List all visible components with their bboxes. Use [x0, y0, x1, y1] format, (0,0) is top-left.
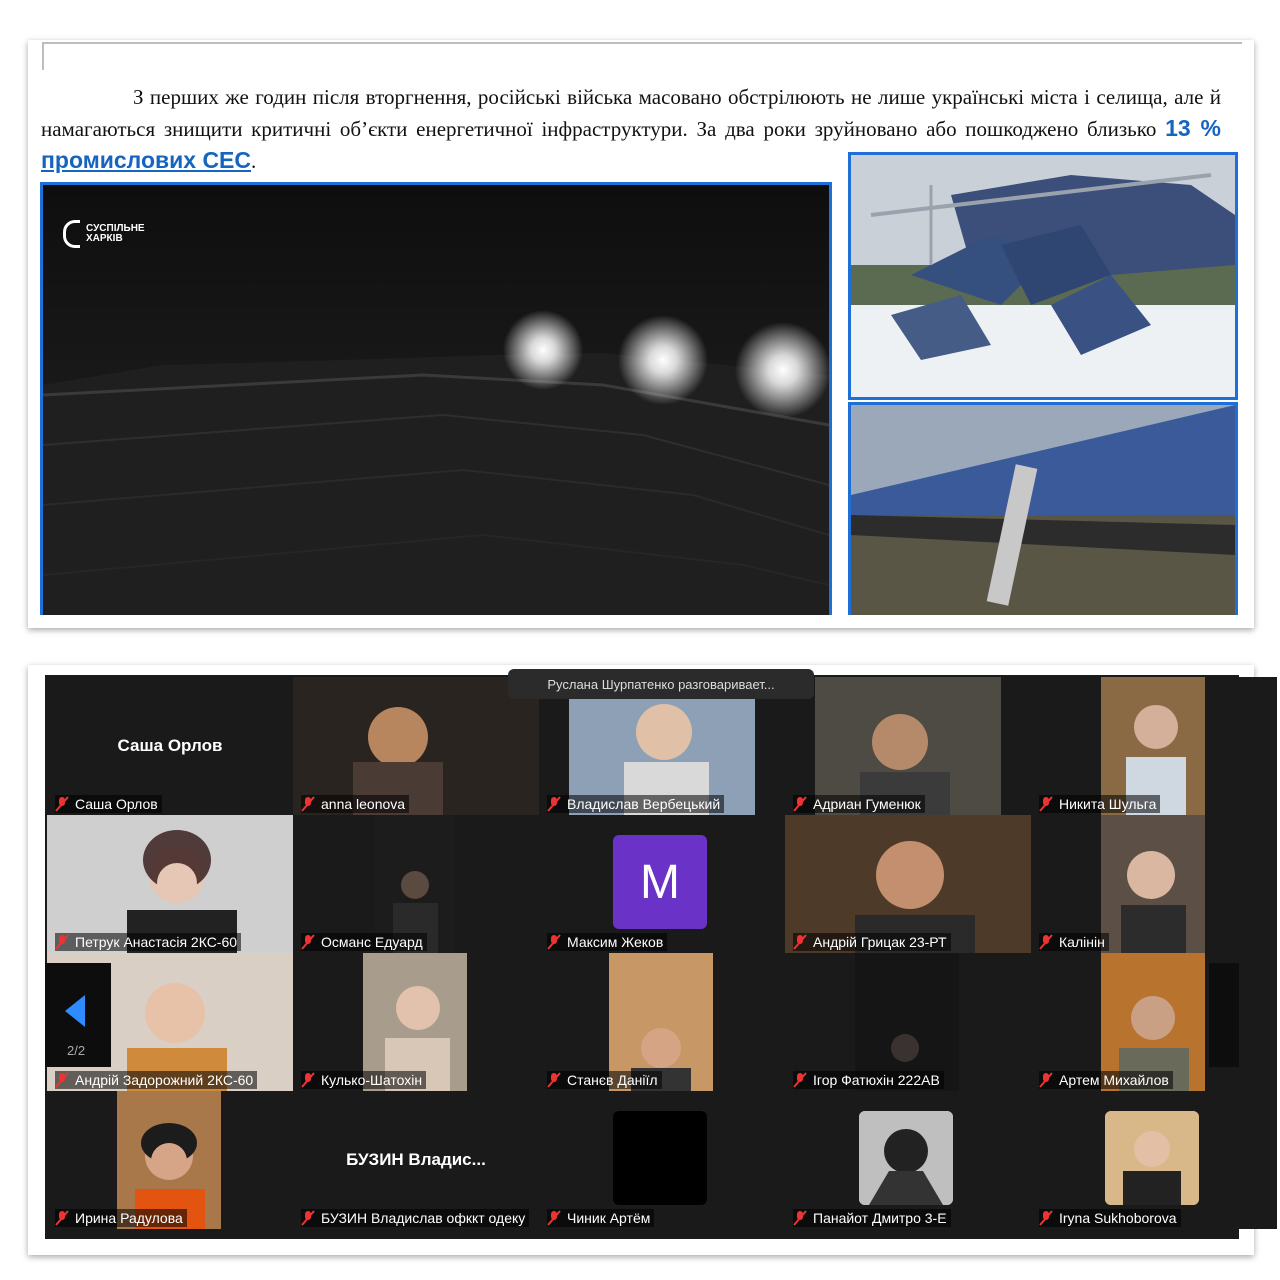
muted-mic-icon	[547, 934, 561, 950]
participant-tile[interactable]: Андрій Грицак 23-РТ	[785, 815, 1031, 953]
participant-tile[interactable]: M Максим Жеков	[539, 815, 785, 953]
document-page: З перших же годин після вторгнення, росі…	[28, 40, 1254, 628]
muted-mic-icon	[301, 1210, 315, 1226]
participant-name-label: Кулько-Шатохін	[301, 1071, 427, 1089]
participant-tile[interactable]: Калінін	[1031, 815, 1277, 953]
logo-line-2: ХАРКІВ	[86, 233, 123, 244]
muted-mic-icon	[1039, 1072, 1053, 1088]
participant-name-label: Ирина Радулова	[55, 1209, 187, 1227]
page-corner-marks	[42, 42, 1242, 70]
participant-name-label: Никита Шульга	[1039, 795, 1161, 813]
muted-mic-icon	[55, 796, 69, 812]
muted-mic-icon	[793, 796, 807, 812]
participant-tile[interactable]: Артем Михайлов	[1031, 953, 1277, 1091]
participant-tile[interactable]: Османс Едуард	[293, 815, 539, 953]
highlight-link[interactable]: промислових СЕС	[41, 147, 251, 173]
muted-mic-icon	[55, 934, 69, 950]
participant-name-label: Чиник Артём	[547, 1209, 655, 1227]
muted-mic-icon	[1039, 796, 1053, 812]
participant-avatar: M	[613, 835, 707, 929]
zoom-meeting-screenshot: Саша Орлов Саша Орлов anna leonova Влади…	[28, 665, 1277, 1255]
muted-mic-icon	[547, 1072, 561, 1088]
participant-name-label: Ігор Фатюхін 222АВ	[793, 1071, 944, 1089]
participant-tile[interactable]: Станєв Даніїл	[539, 953, 785, 1091]
participant-tile[interactable]: Iryna Sukhoborova	[1031, 1091, 1277, 1229]
participant-name-label: anna leonova	[301, 795, 410, 813]
participant-name-label: Калінін	[1039, 933, 1109, 951]
participant-name-label: Османс Едуард	[301, 933, 427, 951]
night-solar-field-image	[43, 185, 829, 615]
participant-tile[interactable]: anna leonova	[293, 677, 539, 815]
chevron-left-icon	[65, 995, 85, 1027]
previous-page-button[interactable]: 2/2	[45, 963, 111, 1067]
participant-name-label: Артем Михайлов	[1039, 1071, 1173, 1089]
participant-avatar-image	[859, 1111, 953, 1205]
participant-avatar-image	[1105, 1111, 1199, 1205]
damaged-solar-panels-photo-2	[848, 402, 1238, 615]
participant-tile[interactable]: Ігор Фатюхін 222АВ	[785, 953, 1031, 1091]
muted-mic-icon	[301, 934, 315, 950]
muted-mic-icon	[547, 1210, 561, 1226]
highlight-percent: 13 %	[1165, 115, 1221, 141]
muted-mic-icon	[793, 1210, 807, 1226]
participant-name-label: Адриан Гуменюк	[793, 795, 925, 813]
participant-name-label: Саша Орлов	[55, 795, 162, 813]
participant-name-label: Петрук Анастасія 2КС-60	[55, 933, 242, 951]
muted-mic-icon	[547, 796, 561, 812]
participant-name-label: Андрій Грицак 23-РТ	[793, 933, 951, 951]
muted-mic-icon	[55, 1072, 69, 1088]
participant-name-label: Станєв Даніїл	[547, 1071, 662, 1089]
participant-video	[1101, 815, 1205, 953]
night-video-frame: СУСПІЛЬНЕ ХАРКІВ	[40, 182, 832, 615]
participant-name-label: БУЗИН Владислав офккт одеку	[301, 1209, 530, 1227]
participant-tile[interactable]: Ирина Радулова	[47, 1091, 293, 1229]
participant-video	[613, 1111, 707, 1205]
participant-tile[interactable]: Никита Шульга	[1031, 677, 1277, 815]
muted-mic-icon	[793, 934, 807, 950]
muted-mic-icon	[793, 1072, 807, 1088]
muted-mic-icon	[301, 796, 315, 812]
participant-tile[interactable]: Панайот Дмитро 3-Е	[785, 1091, 1031, 1229]
participant-name-label: Максим Жеков	[547, 933, 668, 951]
muted-mic-icon	[301, 1072, 315, 1088]
participant-tile[interactable]: БУЗИН Владис... БУЗИН Владислав офккт од…	[293, 1091, 539, 1229]
damaged-solar-panels-photo-1	[848, 152, 1238, 400]
participant-tile[interactable]: Адриан Гуменюк	[785, 677, 1031, 815]
participant-tile[interactable]: Саша Орлов Саша Орлов	[47, 677, 293, 815]
page-indicator: 2/2	[67, 1043, 86, 1058]
paragraph-end: .	[251, 149, 257, 173]
paragraph-line-1: З перших же годин після вторгнення, росі…	[133, 85, 1025, 109]
participant-tile[interactable]: Петрук Анастасія 2КС-60	[47, 815, 293, 953]
participant-name-label: Владислав Вербецький	[547, 795, 725, 813]
paragraph-line-3: зруйновано або пошкоджено близько	[814, 117, 1157, 141]
participant-tile[interactable]: Кулько-Шатохін	[293, 953, 539, 1091]
muted-mic-icon	[1039, 1210, 1053, 1226]
participant-name-label: Панайот Дмитро 3-Е	[793, 1209, 951, 1227]
suspilne-logo: СУСПІЛЬНЕ ХАРКІВ	[63, 220, 145, 248]
speaking-notification: Руслана Шурпатенко разговаривает...	[508, 669, 814, 699]
participant-name-label: Андрій Задорожний 2КС-60	[55, 1071, 258, 1089]
muted-mic-icon	[55, 1210, 69, 1226]
video-gallery: Саша Орлов Саша Орлов anna leonova Влади…	[45, 669, 1277, 1239]
participant-tile[interactable]: Чиник Артём	[539, 1091, 785, 1229]
muted-mic-icon	[1039, 934, 1053, 950]
participant-name-label: Iryna Sukhoborova	[1039, 1209, 1181, 1227]
next-page-button[interactable]	[1209, 963, 1239, 1067]
